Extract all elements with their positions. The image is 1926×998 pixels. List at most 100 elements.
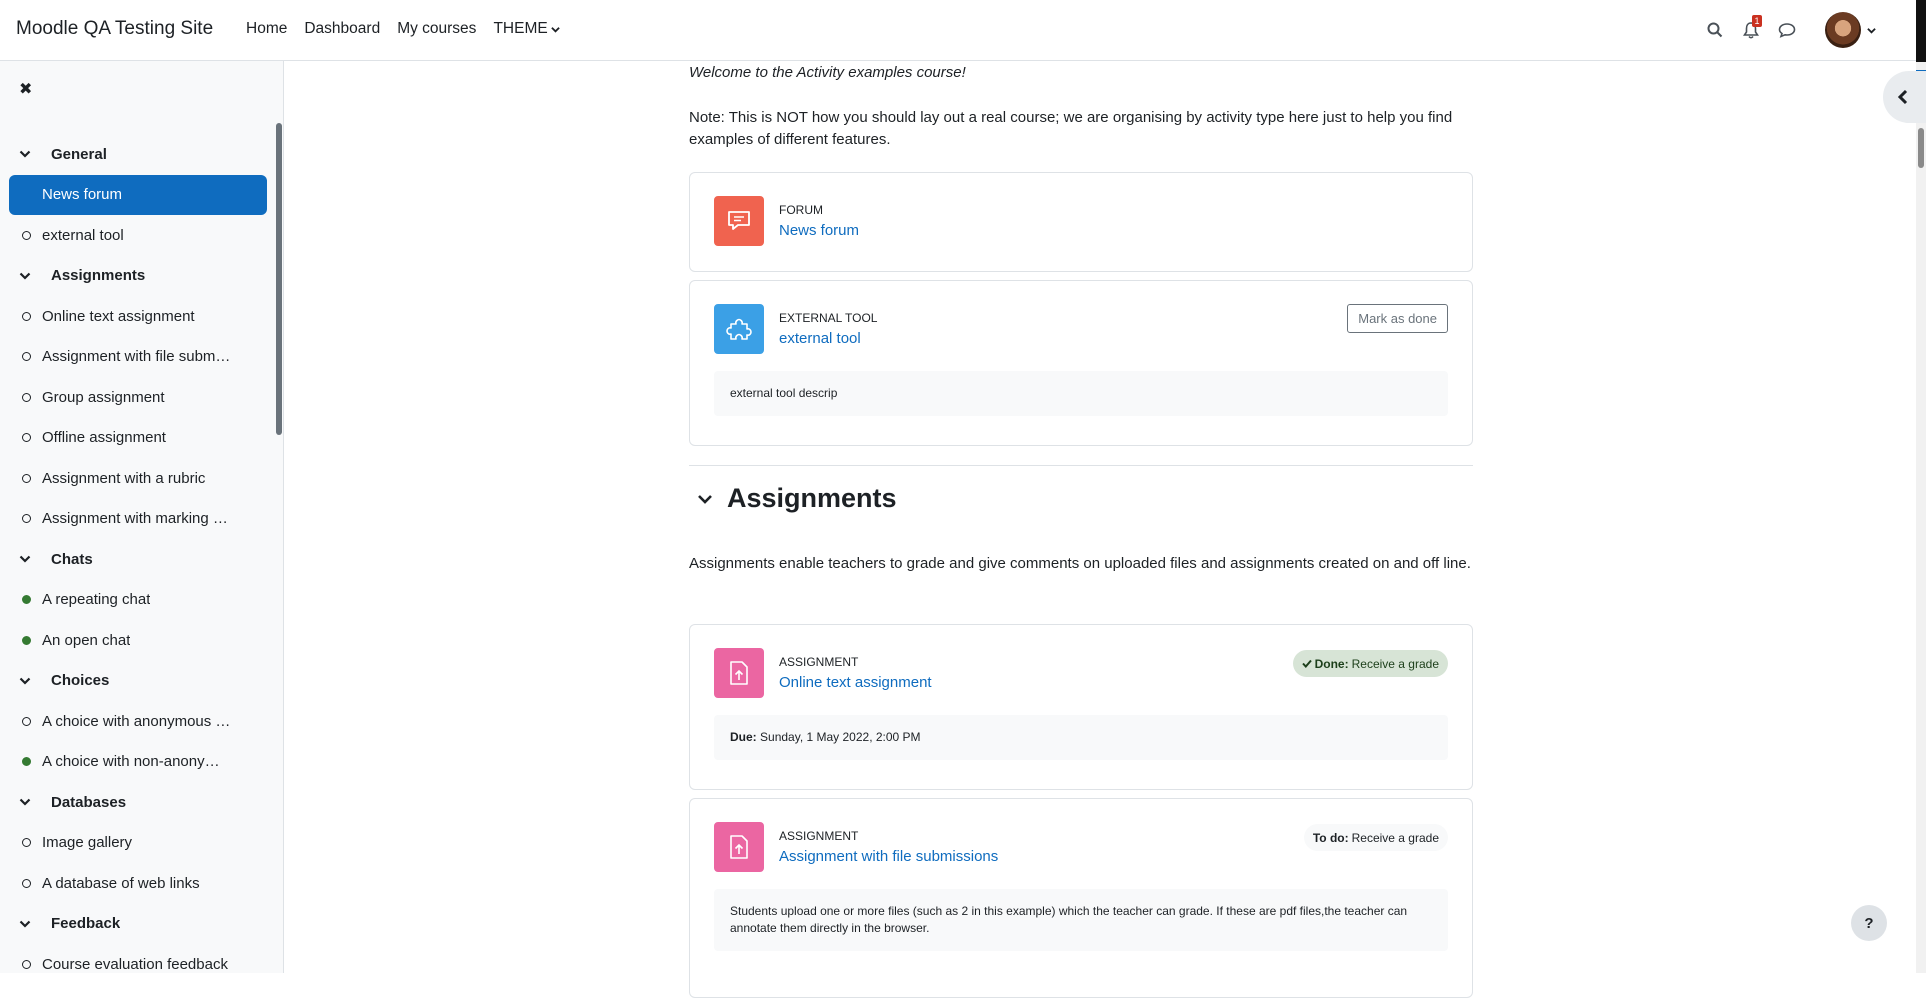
course-index-section-choices[interactable]: Choices [9,661,267,702]
course-index-item-group-assignment[interactable]: Group assignment [9,377,267,418]
chevron-down-icon[interactable] [19,553,35,565]
activity-type-label: FORUM [779,203,823,217]
section-title[interactable]: Assignments [727,483,897,514]
course-index-label: Online text assignment [42,307,195,325]
activity-link-external-tool[interactable]: external tool [779,330,861,347]
activity-link-assignment-with-file-submissions[interactable]: Assignment with file submissions [779,848,998,865]
external-tool-activity-icon[interactable] [714,304,764,354]
help-button[interactable]: ? [1851,905,1887,941]
course-index-label: An open chat [42,631,131,649]
nav-theme-menu[interactable]: THEME [493,20,560,38]
notification-count-badge: 1 [1752,15,1762,27]
course-index-label: Choices [51,672,110,690]
completion-incomplete-icon [22,473,31,483]
course-index-label: A repeating chat [42,591,151,609]
activity-type-label: ASSIGNMENT [779,829,859,843]
activity-link-news-forum[interactable]: News forum [779,222,859,239]
course-index-label: Assignments [51,267,146,285]
nav-my-courses[interactable]: My courses [397,20,476,38]
nav-dashboard[interactable]: Dashboard [304,20,380,38]
course-index-item-an-open-chat[interactable]: An open chat [9,620,267,661]
search-button[interactable] [1697,10,1733,50]
nav-home[interactable]: Home [246,20,287,38]
course-index-drawer: ✖ General News forum external tool Assignme… [0,61,284,973]
completion-status-done: Done: Receive a grade [1292,650,1448,677]
completion-status-todo: To do: Receive a grade [1303,824,1448,851]
avatar [1825,12,1861,48]
course-index-label: General [51,145,107,163]
activity-link-online-text-assignment[interactable]: Online text assignment [779,674,932,691]
course-index-label: Group assignment [42,388,165,406]
chevron-down-icon[interactable] [19,148,35,160]
chat-bubble-icon [1778,23,1796,38]
completion-incomplete-icon [22,514,31,524]
course-index-item-assignment-with-marking[interactable]: Assignment with marking … [9,499,267,540]
course-index-section-chats[interactable]: Chats [9,539,267,580]
completion-incomplete-icon [22,392,31,402]
section-divider [689,465,1473,466]
course-index-item-offline-assignment[interactable]: Offline assignment [9,418,267,459]
page-scrollbar[interactable] [1916,0,1926,973]
chevron-down-icon[interactable] [19,675,35,687]
forum-activity-icon[interactable] [714,196,764,246]
site-name[interactable]: Moodle QA Testing Site [16,18,213,40]
course-index-item-a-database-of-web-links[interactable]: A database of web links [9,863,267,904]
activity-card-assignment-with-file-submissions: ASSIGNMENT Assignment with file submissi… [689,798,1473,998]
course-index-list: General News forum external tool Assignment… [9,134,267,985]
messages-button[interactable] [1769,10,1805,50]
course-index-label: Feedback [51,915,121,933]
course-index-section-general[interactable]: General [9,134,267,175]
puzzle-icon [726,318,752,340]
activity-type-label: ASSIGNMENT [779,655,859,669]
completion-incomplete-icon [22,959,31,969]
user-menu[interactable] [1805,12,1876,48]
completion-incomplete-icon [22,230,31,240]
chevron-left-icon [1897,89,1908,105]
mark-as-done-button[interactable]: Mark as done [1347,304,1448,333]
course-index-item-course-evaluation-feedback[interactable]: Course evaluation feedback [9,944,267,985]
completion-incomplete-icon [22,838,31,848]
chevron-down-icon[interactable] [19,270,35,282]
course-index-label: Offline assignment [42,429,166,447]
scrollbar-top [1916,0,1926,62]
course-index-label: News forum [42,186,123,204]
completion-status-text: Receive a grade [1351,656,1439,671]
course-note-text: Note: This is NOT how you should lay out… [689,109,1453,148]
assignment-activity-icon[interactable] [714,648,764,698]
due-label: Due: [730,730,757,744]
close-drawer-button[interactable]: ✖ [19,79,32,99]
course-index-item-a-choice-with-non-anonym[interactable]: A choice with non-anonym… [9,742,267,783]
section-header-assignments: Assignments [697,483,897,514]
course-index-item-external-tool[interactable]: external tool [9,215,267,256]
notifications-button[interactable]: 1 [1733,10,1769,50]
course-index-section-databases[interactable]: Databases [9,782,267,823]
chevron-down-icon [698,494,712,504]
course-index-item-online-text-assignment[interactable]: Online text assignment [9,296,267,337]
completion-done-icon [22,757,31,767]
course-index-item-news-forum[interactable]: News forum [9,174,267,215]
open-block-drawer-button[interactable] [1883,71,1926,123]
due-date: Sunday, 1 May 2022, 2:00 PM [760,730,921,744]
course-index-label: A choice with non-anonym… [42,753,232,771]
completion-done-icon [22,595,31,605]
section-collapse-toggle[interactable] [697,491,713,507]
completion-incomplete-icon [22,433,31,443]
course-index-label: Assignment with marking … [42,510,228,528]
activity-card-online-text-assignment: ASSIGNMENT Online text assignment Done: … [689,624,1473,790]
course-index-section-assignments[interactable]: Assignments [9,256,267,297]
course-index-section-feedback[interactable]: Feedback [9,904,267,945]
completion-status-label: Done: [1314,656,1349,671]
scrollbar-thumb[interactable] [1918,128,1924,168]
course-index-item-a-choice-with-anonymous[interactable]: A choice with anonymous … [9,701,267,742]
welcome-text: Welcome to the Activity examples course! [689,64,966,81]
course-index-item-image-gallery[interactable]: Image gallery [9,823,267,864]
assignment-activity-icon[interactable] [714,822,764,872]
drawer-scrollbar-thumb[interactable] [276,123,282,435]
course-index-item-a-repeating-chat[interactable]: A repeating chat [9,580,267,621]
nav-theme-label: THEME [493,20,548,37]
course-index-item-assignment-with-a-rubric[interactable]: Assignment with a rubric [9,458,267,499]
chevron-down-icon[interactable] [19,796,35,808]
course-index-item-assignment-with-file-subm[interactable]: Assignment with file subm… [9,337,267,378]
course-index-label: Image gallery [42,834,133,852]
chevron-down-icon[interactable] [19,918,35,930]
